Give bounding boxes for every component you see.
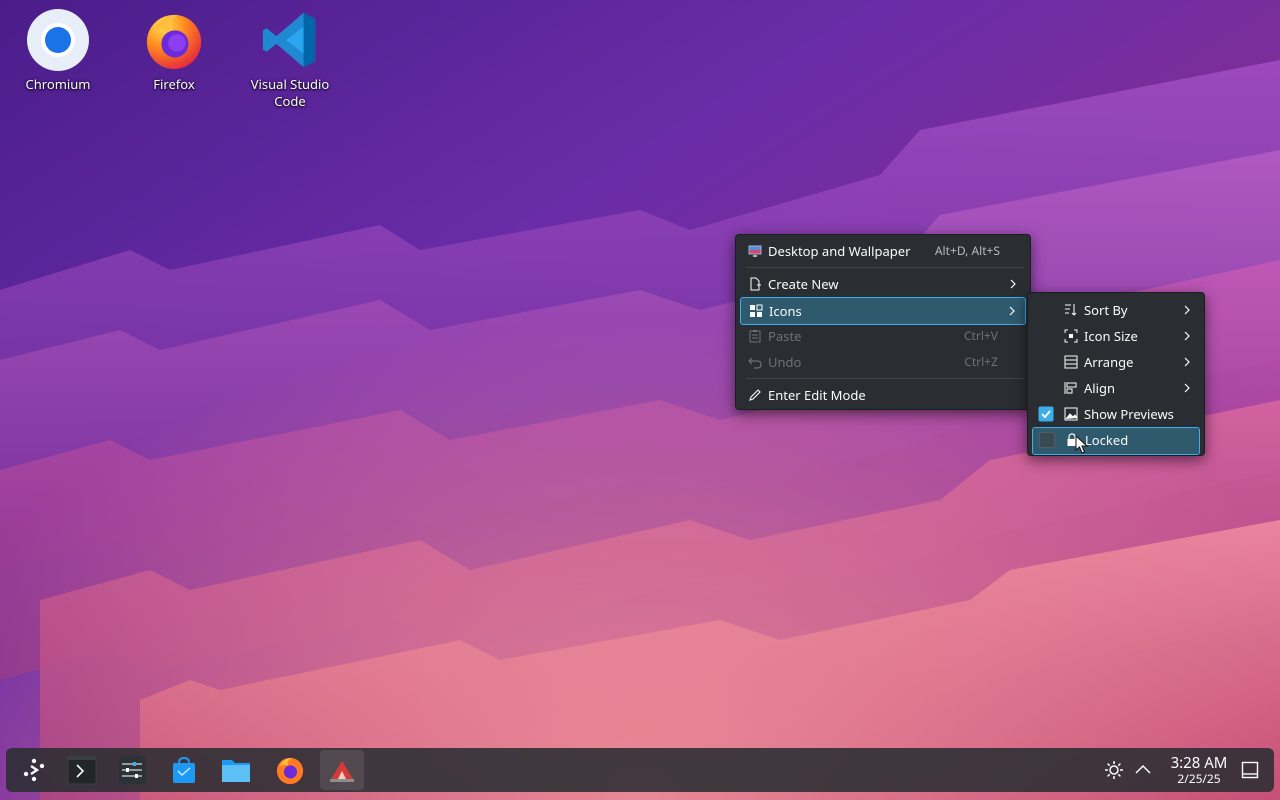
submenu-item-locked[interactable]: Locked: [1032, 427, 1200, 455]
undo-icon: [748, 357, 762, 369]
menu-item-label: Icons: [769, 302, 802, 320]
submenu-item-show-previews[interactable]: Show Previews: [1032, 401, 1200, 427]
taskbar-system-settings[interactable]: [110, 750, 154, 790]
clock-date: 2/25/25: [1177, 770, 1221, 787]
checkbox-unchecked-icon[interactable]: [1039, 432, 1055, 448]
chevron-right-icon: [1184, 357, 1190, 367]
image-icon: [1064, 407, 1078, 421]
mouse-cursor-icon: [1075, 435, 1089, 454]
paste-icon: [749, 330, 761, 343]
submenu-item-align[interactable]: Align: [1032, 375, 1200, 401]
taskbar-dolphin[interactable]: [214, 750, 258, 790]
desktop-icon-firefox[interactable]: Firefox: [126, 6, 222, 93]
menu-item-enter-edit-mode[interactable]: Enter Edit Mode: [740, 382, 1026, 408]
taskbar-discover[interactable]: [162, 750, 206, 790]
menu-item-label: Enter Edit Mode: [768, 386, 866, 404]
edit-pencil-icon: [749, 389, 761, 401]
menu-separator: [746, 267, 1024, 268]
vscode-icon: [256, 6, 324, 74]
show-desktop-icon: [1241, 761, 1259, 779]
desktop-icon-vscode[interactable]: Visual Studio Code: [242, 6, 338, 110]
submenu-item-icon-size[interactable]: Icon Size: [1032, 323, 1200, 349]
icons-submenu: Sort By Icon Size Arrange Align Show Pre…: [1027, 292, 1205, 456]
menu-item-label: Desktop and Wallpaper: [768, 242, 911, 260]
submenu-item-label: Show Previews: [1084, 405, 1174, 423]
chevron-right-icon: [1184, 331, 1190, 341]
desktop-icon-label: Chromium: [25, 75, 91, 93]
firefox-icon: [276, 757, 304, 785]
menu-item-label: Undo: [768, 353, 802, 371]
folder-icon: [222, 760, 250, 782]
taskbar-panel: 3:28 AM 2/25/25: [6, 748, 1274, 792]
kde-launcher-icon: [23, 758, 45, 782]
settings-sliders-icon: [118, 756, 146, 784]
submenu-item-label: Locked: [1085, 431, 1129, 449]
arrange-icon: [1064, 355, 1078, 369]
menu-item-shortcut: Ctrl+V: [963, 327, 998, 344]
menu-item-shortcut: Alt+D, Alt+S: [934, 242, 1000, 259]
menu-item-label: Create New: [768, 275, 839, 293]
submenu-item-sort-by[interactable]: Sort By: [1032, 297, 1200, 323]
app-icon: [330, 761, 354, 782]
submenu-item-label: Arrange: [1084, 353, 1134, 371]
brightness-icon: [1105, 761, 1123, 779]
chevron-right-icon: [1184, 305, 1190, 315]
chevron-up-icon: [1135, 764, 1151, 774]
create-new-icon: [750, 277, 761, 291]
taskbar-active-app[interactable]: [320, 750, 364, 790]
menu-item-label: Paste: [768, 327, 802, 345]
menu-item-paste[interactable]: Paste Ctrl+V: [740, 323, 1026, 349]
desktop-context-menu: Desktop and Wallpaper Alt+D, Alt+S Creat…: [735, 234, 1031, 410]
icons-grid-icon: [750, 304, 763, 317]
menu-item-undo[interactable]: Undo Ctrl+Z: [740, 349, 1026, 375]
desktop-icon-label: Firefox: [153, 75, 195, 93]
align-icon: [1064, 382, 1077, 394]
terminal-icon: [67, 755, 97, 785]
taskbar-application-launcher[interactable]: [12, 750, 56, 790]
menu-separator: [746, 378, 1024, 379]
chevron-right-icon: [1184, 383, 1190, 393]
taskbar-firefox[interactable]: [268, 750, 312, 790]
desktop-icon-chromium[interactable]: Chromium: [10, 6, 106, 93]
desktop-icon-label: Visual Studio Code: [250, 75, 330, 110]
sort-icon: [1065, 304, 1077, 316]
chromium-icon: [24, 6, 92, 74]
taskbar-konsole[interactable]: [60, 750, 104, 790]
chevron-right-icon: [1009, 306, 1015, 316]
desktop-wallpaper-icon: [748, 245, 762, 257]
submenu-item-label: Align: [1084, 379, 1116, 397]
tray-expand[interactable]: [1126, 750, 1160, 790]
menu-item-create-new[interactable]: Create New: [740, 271, 1026, 297]
firefox-icon: [140, 6, 208, 74]
menu-item-desktop-wallpaper[interactable]: Desktop and Wallpaper Alt+D, Alt+S: [740, 238, 1026, 264]
menu-item-icons[interactable]: Icons: [740, 297, 1026, 325]
chevron-right-icon: [1010, 279, 1016, 289]
submenu-item-label: Sort By: [1084, 301, 1128, 319]
store-bag-icon: [173, 756, 195, 783]
menu-item-shortcut: Ctrl+Z: [964, 353, 998, 370]
show-desktop-button[interactable]: [1232, 750, 1268, 790]
submenu-item-label: Icon Size: [1084, 327, 1138, 345]
submenu-item-arrange[interactable]: Arrange: [1032, 349, 1200, 375]
checkbox-checked-icon[interactable]: [1038, 406, 1054, 422]
icon-size-icon: [1064, 329, 1078, 343]
